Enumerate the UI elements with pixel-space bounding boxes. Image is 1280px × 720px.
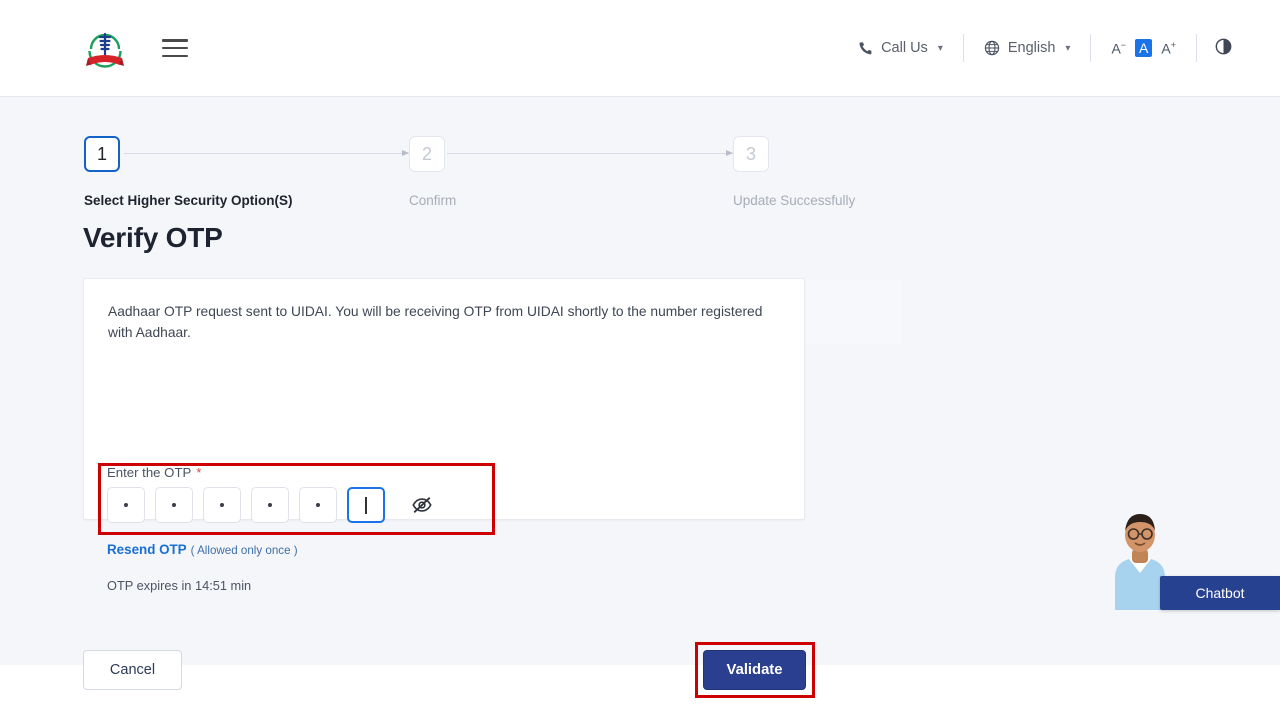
otp-digit-3[interactable] bbox=[203, 487, 241, 523]
eye-off-icon[interactable] bbox=[411, 494, 433, 516]
site-header: Call Us ▾ English ▾ bbox=[0, 0, 1280, 97]
required-marker: * bbox=[196, 465, 201, 480]
aadhaar-logo-icon[interactable] bbox=[84, 25, 126, 71]
arrow-right-icon bbox=[402, 150, 409, 156]
phone-icon bbox=[858, 41, 873, 56]
stepper-label-2: Confirm bbox=[409, 193, 456, 208]
cancel-button[interactable]: Cancel bbox=[83, 650, 182, 690]
otp-digit-5[interactable] bbox=[299, 487, 337, 523]
masked-digit-dot bbox=[220, 503, 224, 507]
font-decrease-button[interactable]: A− bbox=[1111, 40, 1126, 57]
chevron-down-icon: ▾ bbox=[1065, 43, 1070, 54]
otp-label-text: Enter the OTP bbox=[107, 465, 191, 480]
stepper-connector-1 bbox=[124, 153, 409, 154]
chatbot-widget[interactable]: Chatbot bbox=[1105, 500, 1280, 610]
resend-otp-row: Resend OTP ( Allowed only once ) bbox=[107, 542, 298, 557]
progress-stepper: 1 2 3 Select Higher Security Option(S) C… bbox=[84, 133, 904, 213]
page-body: 1 2 3 Select Higher Security Option(S) C… bbox=[0, 97, 1280, 665]
hamburger-menu-icon[interactable] bbox=[162, 39, 188, 57]
otp-digit-4[interactable] bbox=[251, 487, 289, 523]
otp-input-group bbox=[107, 487, 433, 523]
stepper-label-1: Select Higher Security Option(S) bbox=[84, 193, 293, 208]
otp-digit-6[interactable] bbox=[347, 487, 385, 523]
stepper-nodes: 1 2 3 bbox=[84, 133, 904, 175]
header-right-group: Call Us ▾ English ▾ bbox=[838, 34, 1280, 62]
otp-digit-1[interactable] bbox=[107, 487, 145, 523]
contrast-toggle-button[interactable] bbox=[1197, 38, 1250, 59]
language-label: English bbox=[1008, 40, 1056, 56]
header-left-group bbox=[0, 25, 188, 71]
font-normal-button[interactable]: A bbox=[1135, 39, 1152, 57]
otp-field-label: Enter the OTP * bbox=[107, 465, 201, 480]
otp-description: Aadhaar OTP request sent to UIDAI. You w… bbox=[108, 301, 768, 344]
text-cursor bbox=[365, 497, 367, 514]
stepper-labels: Select Higher Security Option(S) Confirm… bbox=[84, 193, 904, 213]
page-title: Verify OTP bbox=[83, 222, 223, 254]
font-size-controls: A− A A+ bbox=[1091, 39, 1196, 57]
stepper-step-2[interactable]: 2 bbox=[409, 136, 445, 172]
chevron-down-icon: ▾ bbox=[938, 43, 943, 54]
font-increase-button[interactable]: A+ bbox=[1161, 40, 1176, 57]
stepper-step-3[interactable]: 3 bbox=[733, 136, 769, 172]
contrast-icon bbox=[1215, 38, 1232, 59]
hamburger-line bbox=[162, 39, 188, 42]
resend-otp-note: ( Allowed only once ) bbox=[191, 544, 298, 557]
hamburger-line bbox=[162, 55, 188, 58]
stepper-connector-2 bbox=[447, 153, 733, 154]
masked-digit-dot bbox=[172, 503, 176, 507]
otp-card: Aadhaar OTP request sent to UIDAI. You w… bbox=[83, 278, 805, 520]
call-us-menu[interactable]: Call Us ▾ bbox=[838, 40, 963, 56]
language-selector[interactable]: English ▾ bbox=[964, 40, 1091, 56]
arrow-right-icon bbox=[726, 150, 733, 156]
stepper-label-3: Update Successfully bbox=[733, 193, 855, 208]
masked-digit-dot bbox=[124, 503, 128, 507]
validate-button[interactable]: Validate bbox=[703, 650, 806, 690]
otp-digit-2[interactable] bbox=[155, 487, 193, 523]
globe-icon bbox=[984, 40, 1000, 56]
resend-otp-link[interactable]: Resend OTP bbox=[107, 542, 187, 557]
browser-viewport: Call Us ▾ English ▾ bbox=[0, 0, 1280, 720]
call-us-label: Call Us bbox=[881, 40, 928, 56]
stepper-step-1[interactable]: 1 bbox=[84, 136, 120, 172]
hamburger-line bbox=[162, 47, 188, 50]
masked-digit-dot bbox=[316, 503, 320, 507]
masked-digit-dot bbox=[268, 503, 272, 507]
otp-expiry-text: OTP expires in 14:51 min bbox=[107, 578, 251, 593]
chatbot-button[interactable]: Chatbot bbox=[1160, 576, 1280, 610]
